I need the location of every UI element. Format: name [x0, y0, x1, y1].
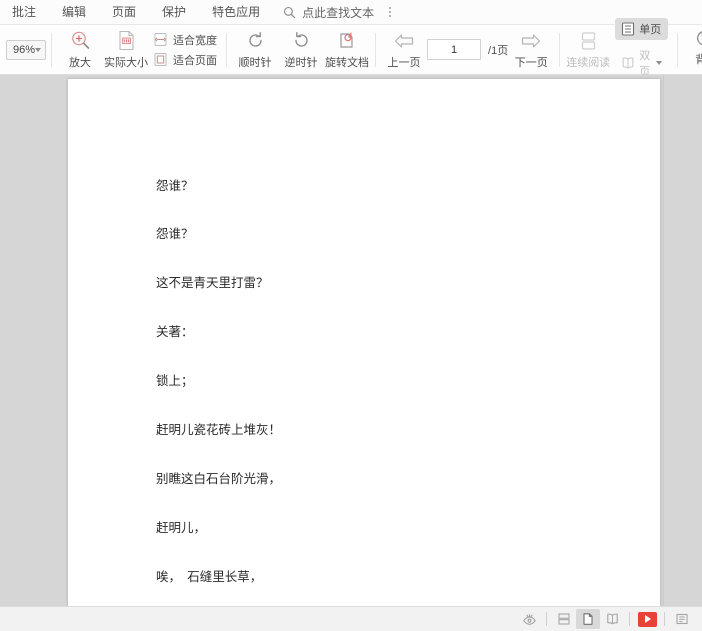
zoom-in-label: 放大	[69, 56, 92, 69]
poem-line: 怨谁？	[156, 177, 194, 193]
rotate-document-icon	[337, 30, 358, 52]
single-page-label: 单页	[639, 23, 662, 36]
single-page-icon	[621, 21, 635, 36]
form-view-icon[interactable]	[670, 609, 694, 629]
arrow-left-icon	[392, 30, 416, 52]
poem-line: 别瞧这白石台阶光滑，	[156, 470, 282, 486]
page-total-label: /1页	[488, 44, 509, 57]
poem-line: 锁上；	[156, 373, 194, 389]
toolbar-divider	[559, 32, 561, 67]
rotate-counterclockwise-label: 逆时针	[284, 56, 318, 69]
rotate-counterclockwise-icon	[291, 30, 312, 52]
play-presentation-icon[interactable]	[635, 609, 659, 629]
page-layout-group: 单页 双页	[611, 17, 672, 78]
page-number-input[interactable]	[427, 39, 482, 60]
moon-icon	[696, 27, 702, 49]
document-page: 怨谁？ 怨谁？ 这不是青天里打雷？ 关著： 锁上； 赶明儿瓷花砖上堆灰！ 别瞧这…	[68, 79, 660, 606]
actual-size-button[interactable]: 实际大小	[103, 27, 149, 73]
kebab-menu-icon[interactable]	[384, 7, 396, 17]
menu-protect[interactable]: 保护	[149, 0, 199, 25]
zoom-in-icon	[70, 30, 91, 52]
zoom-level-value: 96%	[13, 43, 36, 56]
menu-annotate[interactable]: 批注	[0, 0, 49, 25]
thumbnail-view-icon[interactable]	[552, 609, 576, 629]
continuous-scroll-icon	[579, 30, 598, 52]
continuous-reading-button[interactable]: 连续阅读	[565, 27, 611, 73]
reading-eye-icon[interactable]	[517, 609, 541, 629]
fit-width-button[interactable]: 适合宽度	[153, 32, 217, 48]
document-viewer[interactable]: 怨谁？ 怨谁？ 这不是青天里打雷？ 关著： 锁上； 赶明儿瓷花砖上堆灰！ 别瞧这…	[0, 75, 702, 606]
facing-page-view-icon[interactable]	[600, 609, 624, 629]
menu-featured-apps[interactable]: 特色应用	[199, 0, 273, 25]
poem-line: 关著：	[156, 324, 194, 340]
view-toolbar: 96% 放大 实际大小 适合宽度 适合页面 顺时针 逆时针 旋转文档 上一页 1…	[0, 17, 702, 78]
fit-options-group: 适合宽度 适合页面	[149, 27, 221, 73]
single-page-button[interactable]: 单页	[615, 17, 669, 40]
previous-page-label: 上一页	[387, 56, 421, 69]
rotate-clockwise-icon	[245, 30, 266, 52]
chevron-down-icon	[656, 60, 663, 65]
status-bar	[0, 606, 702, 631]
background-label: 背景	[695, 53, 702, 66]
fit-width-label: 适合宽度	[173, 34, 218, 47]
search-box[interactable]: 点此查找文本	[283, 4, 374, 21]
toolbar-divider	[375, 32, 377, 67]
poem-line: 怨谁？	[156, 226, 194, 242]
toolbar-divider	[226, 32, 228, 67]
toolbar-divider	[51, 32, 53, 67]
poem-text-block: 怨谁？ 怨谁？ 这不是青天里打雷？ 关著： 锁上； 赶明儿瓷花砖上堆灰！ 别瞧这…	[156, 145, 356, 606]
chevron-down-icon	[35, 47, 42, 52]
background-button[interactable]: 背景	[683, 27, 702, 73]
actual-size-label: 实际大小	[104, 56, 149, 69]
continuous-reading-label: 连续阅读	[566, 56, 611, 69]
arrow-right-icon	[519, 30, 543, 52]
previous-page-button[interactable]: 上一页	[381, 27, 427, 73]
status-divider	[629, 612, 630, 626]
zoom-in-button[interactable]: 放大	[57, 27, 103, 73]
menu-bar: 批注 编辑 页面 保护 特色应用 点此查找文本	[0, 0, 702, 25]
zoom-level-select[interactable]: 96%	[6, 39, 47, 60]
search-icon	[283, 6, 296, 19]
double-page-label: 双页	[639, 49, 651, 78]
rotate-clockwise-button[interactable]: 顺时针	[232, 27, 278, 73]
rotate-document-button[interactable]: 旋转文档	[324, 27, 370, 73]
single-page-view-icon[interactable]	[576, 609, 600, 629]
rotate-counterclockwise-button[interactable]: 逆时针	[278, 27, 324, 73]
menu-edit[interactable]: 编辑	[49, 0, 99, 25]
rotate-document-label: 旋转文档	[325, 56, 370, 69]
status-divider	[546, 612, 547, 626]
status-divider	[664, 612, 665, 626]
page-navigation: /1页	[427, 39, 508, 60]
rotate-clockwise-label: 顺时针	[238, 56, 272, 69]
double-page-icon	[621, 56, 635, 70]
next-page-label: 下一页	[514, 56, 548, 69]
viewer-right-divider	[663, 75, 664, 606]
fit-page-button[interactable]: 适合页面	[153, 52, 217, 68]
toolbar-divider	[677, 32, 679, 67]
actual-size-icon	[117, 30, 136, 52]
fit-width-icon	[153, 32, 168, 47]
wps-pdf-reader-window: 批注 编辑 页面 保护 特色应用 点此查找文本 96% 放大 实际大小 适合宽度…	[0, 0, 702, 631]
poem-line: 赶明儿瓷花砖上堆灰！	[156, 422, 282, 438]
menu-page[interactable]: 页面	[99, 0, 149, 25]
poem-line: 唉， 石缝里长草，	[156, 568, 263, 584]
fit-page-label: 适合页面	[173, 54, 218, 67]
poem-line: 这不是青天里打雷？	[156, 275, 269, 291]
next-page-button[interactable]: 下一页	[508, 27, 554, 73]
fit-page-icon	[153, 52, 168, 67]
search-placeholder: 点此查找文本	[302, 5, 375, 20]
poem-line: 赶明儿，	[156, 519, 207, 535]
